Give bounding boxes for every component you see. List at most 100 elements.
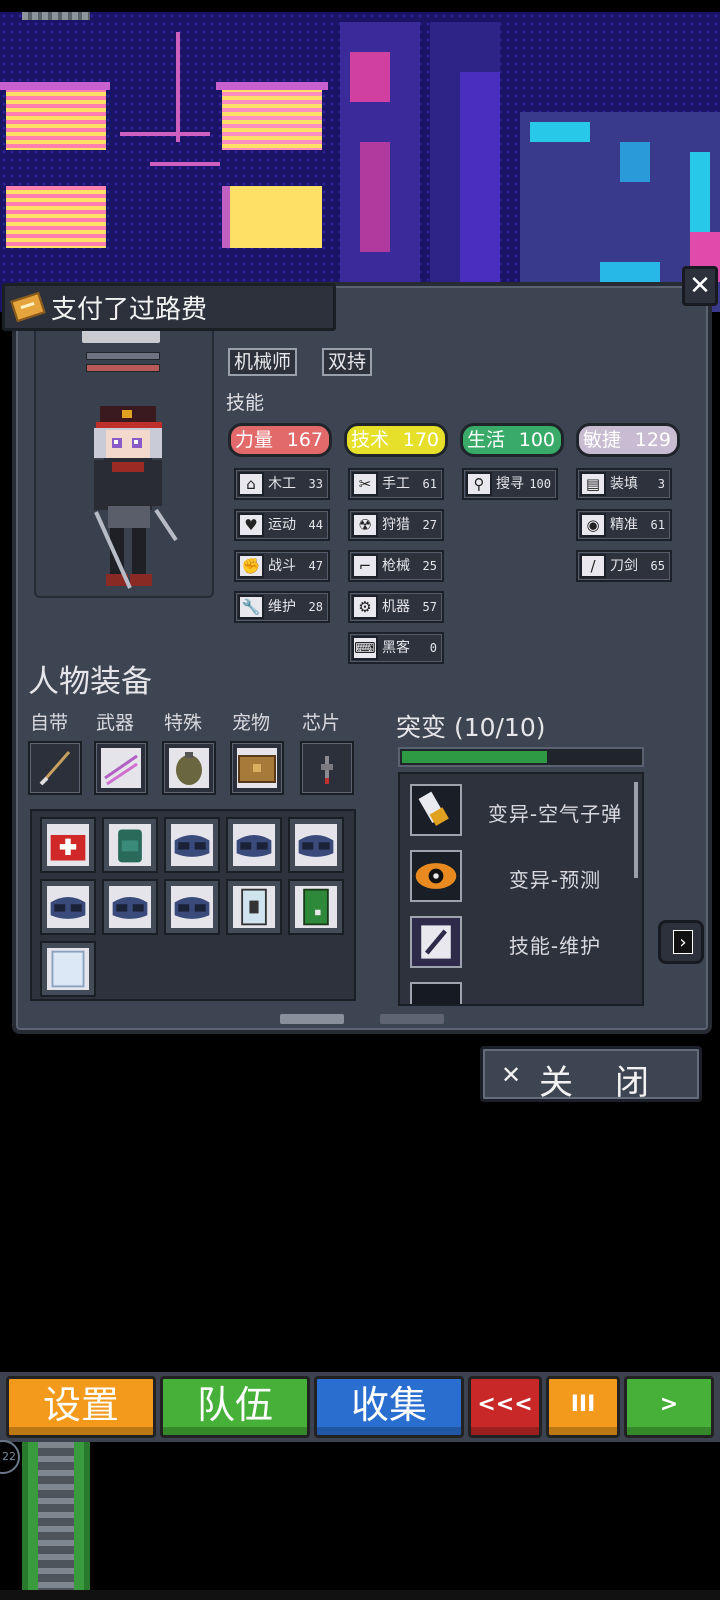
close-button-label: 关闭 — [539, 1063, 691, 1103]
skill-label: 运动 — [268, 517, 296, 533]
gun-icon: ⌐ — [352, 554, 378, 578]
chevron-right-icon: › — [673, 930, 693, 954]
medkit-icon — [47, 824, 89, 866]
stat-name: 技术 — [351, 429, 390, 451]
toolbar-button-label: 收集 — [350, 1383, 427, 1427]
slot-innate[interactable] — [28, 741, 82, 795]
skill-chip[interactable]: / 刀剑 65 — [576, 550, 672, 582]
mutation-item[interactable]: 变异-预测 — [410, 850, 638, 906]
slot-special[interactable] — [162, 741, 216, 795]
goggles-icon — [171, 886, 213, 928]
skill-chip[interactable]: ▤ 装填 3 — [576, 468, 672, 500]
stat-value: 170 — [402, 429, 439, 451]
rail-track — [22, 1442, 90, 1592]
radar-icon: 22 — [0, 1440, 20, 1474]
dual-blades-icon — [101, 748, 141, 788]
skill-value: 47 — [308, 559, 323, 573]
inventory-slot[interactable] — [164, 817, 220, 873]
mutation-list[interactable]: 变异-空气子弹 变异-预测 技能-维护 — [398, 772, 644, 1006]
skill-value: 0 — [429, 641, 437, 655]
rail-track — [22, 12, 90, 20]
skill-chip[interactable]: ◉ 精准 61 — [576, 509, 672, 541]
character-sprite — [94, 406, 178, 589]
mutation-item[interactable] — [410, 982, 638, 1004]
inventory-slot[interactable] — [288, 817, 344, 873]
page-indicator-2[interactable] — [380, 1014, 444, 1024]
book-icon — [233, 886, 275, 928]
bottom-toolbar: 设置 队伍 收集 <<< III > — [0, 1372, 720, 1442]
skill-chip[interactable]: ⌨ 黑客 0 — [348, 632, 444, 664]
next-page-button[interactable]: › — [658, 920, 704, 964]
collect-button[interactable]: 收集 — [314, 1376, 464, 1438]
event-title-bar: 支付了过路费 — [2, 283, 336, 331]
skill-chip[interactable]: ☢ 狩猎 27 — [348, 509, 444, 541]
house-icon: ⌂ — [238, 472, 264, 496]
wrench-icon — [410, 916, 462, 968]
health-bar — [86, 364, 160, 372]
inventory-slot[interactable] — [40, 941, 96, 997]
team-button[interactable]: 队伍 — [160, 1376, 310, 1438]
inventory-slot[interactable] — [102, 817, 158, 873]
settings-button[interactable]: 设置 — [6, 1376, 156, 1438]
radiation-icon: ☢ — [352, 513, 378, 537]
skill-chip[interactable]: 🔧 维护 28 — [234, 591, 330, 623]
stat-agility: 敏捷 129 — [576, 423, 680, 457]
fist-icon: ✊ — [238, 554, 264, 578]
inventory-slot[interactable] — [226, 879, 282, 935]
mutation-label: 技能-维护 — [508, 934, 602, 958]
slot-chip[interactable] — [300, 741, 354, 795]
pause-button[interactable]: III — [546, 1376, 620, 1438]
stat-value: 167 — [286, 429, 323, 451]
skill-label: 狩猎 — [382, 517, 410, 533]
neon-window — [6, 186, 106, 248]
mutation-item[interactable]: 技能-维护 — [410, 916, 638, 972]
inventory-slot[interactable] — [288, 879, 344, 935]
skill-value: 28 — [308, 600, 323, 614]
skill-chip[interactable]: ⚲ 搜寻 100 — [462, 468, 558, 500]
inventory-slot[interactable] — [40, 879, 96, 935]
inventory-slot[interactable] — [226, 817, 282, 873]
magazine-icon: ▤ — [580, 472, 606, 496]
goggles-icon — [295, 824, 337, 866]
skill-chip[interactable]: ✂ 手工 61 — [348, 468, 444, 500]
skill-chip[interactable]: ⌐ 枪械 25 — [348, 550, 444, 582]
mutation-label: 变异-预测 — [508, 868, 602, 892]
mutation-label: 变异-空气子弹 — [487, 802, 623, 826]
mutation-item[interactable]: 变异-空气子弹 — [410, 784, 638, 840]
skill-chip[interactable]: ⌂ 木工 33 — [234, 468, 330, 500]
play-button[interactable]: > — [624, 1376, 714, 1438]
goggles-icon — [47, 886, 89, 928]
stat-name: 敏捷 — [583, 429, 622, 451]
skill-value: 25 — [422, 559, 437, 573]
rewind-button[interactable]: <<< — [468, 1376, 542, 1438]
page-indicator-1[interactable] — [280, 1014, 344, 1024]
neon-window — [222, 186, 322, 248]
skill-value: 61 — [650, 518, 665, 532]
class-tag-mechanic: 机械师 — [228, 348, 298, 376]
class-tag-dual-wield: 双持 — [322, 348, 373, 376]
event-title: 支付了过路费 — [51, 294, 208, 325]
skill-label: 维护 — [268, 599, 296, 615]
inventory-slot[interactable] — [102, 879, 158, 935]
stat-name: 力量 — [235, 429, 274, 451]
eye-icon: ◉ — [580, 513, 606, 537]
skills-heading: 技能 — [226, 392, 265, 414]
toolbar-button-label: <<< — [477, 1392, 533, 1417]
hacker-icon: ⌨ — [352, 636, 378, 660]
close-icon[interactable]: ✕ — [682, 266, 718, 306]
slot-pet[interactable] — [230, 741, 284, 795]
slot-weapon[interactable] — [94, 741, 148, 795]
eye-icon — [410, 850, 462, 902]
cloth-icon — [47, 948, 89, 990]
skill-chip[interactable]: ⚙ 机器 57 — [348, 591, 444, 623]
slot-label-special: 特殊 — [164, 712, 203, 734]
skill-chip[interactable]: ♥ 运动 44 — [234, 509, 330, 541]
backpack-icon — [109, 824, 151, 866]
inventory-slot[interactable] — [40, 817, 96, 873]
spear-icon — [39, 751, 71, 786]
skill-chip[interactable]: ✊ 战斗 47 — [234, 550, 330, 582]
mutation-scrollbar[interactable] — [634, 782, 638, 878]
stat-technique: 技术 170 — [344, 423, 448, 457]
close-button[interactable]: ✕ 关闭 — [480, 1046, 702, 1103]
inventory-slot[interactable] — [164, 879, 220, 935]
